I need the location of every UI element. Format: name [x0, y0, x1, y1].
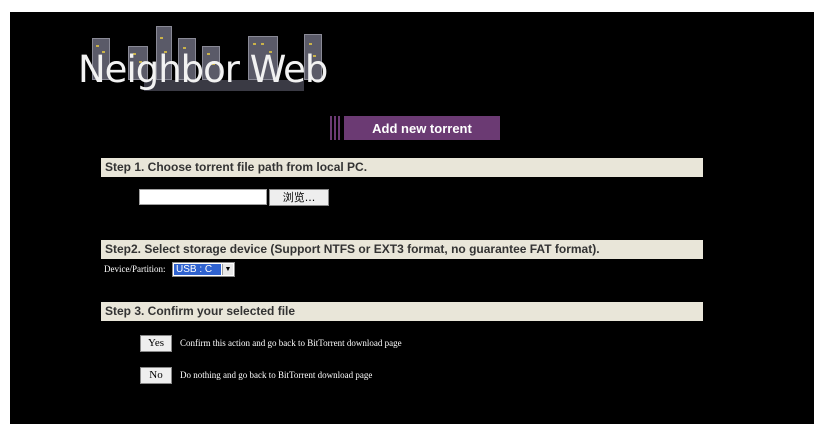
chevron-down-icon[interactable]: ▼ — [222, 264, 233, 275]
step2-heading: Step2. Select storage device (Support NT… — [101, 240, 703, 259]
step3-heading: Step 3. Confirm your selected file — [101, 302, 703, 321]
logo-text: Neighbor Web — [78, 48, 328, 91]
device-partition-value: USB : C — [174, 264, 221, 275]
yes-button[interactable]: Yes — [140, 335, 172, 352]
neighbor-web-logo: Neighbor Web — [78, 20, 338, 100]
torrent-file-input[interactable] — [139, 189, 267, 205]
no-button[interactable]: No — [140, 367, 172, 384]
main-panel: Neighbor Web Add new torrent Step 1. Cho… — [10, 12, 814, 424]
browse-button[interactable]: 浏览... — [269, 189, 329, 206]
step1-heading: Step 1. Choose torrent file path from lo… — [101, 158, 703, 177]
title-stripes — [330, 116, 342, 140]
yes-description: Confirm this action and go back to BitTo… — [180, 338, 402, 348]
no-description: Do nothing and go back to BitTorrent dow… — [180, 370, 373, 380]
device-partition-select[interactable]: USB : C ▼ — [172, 262, 235, 277]
page-title: Add new torrent — [344, 116, 500, 140]
device-partition-label: Device/Partition: — [104, 264, 166, 274]
